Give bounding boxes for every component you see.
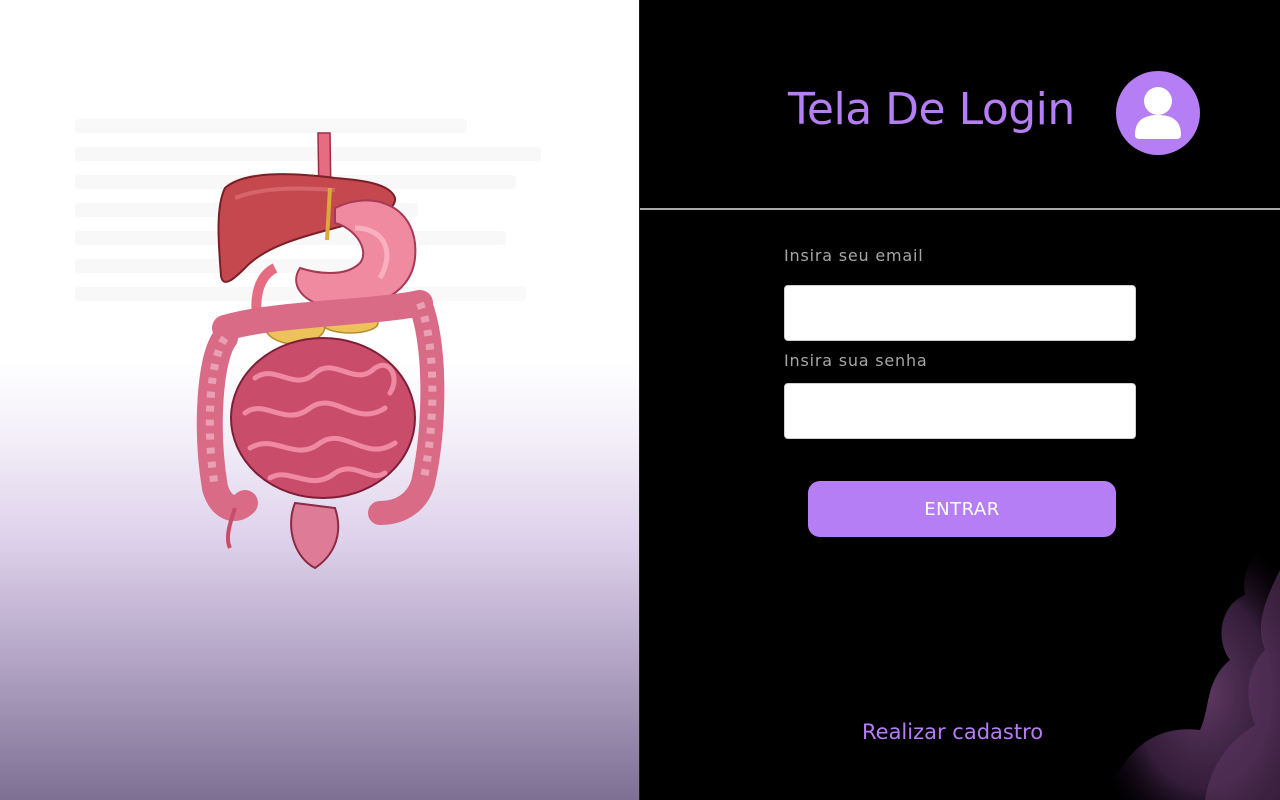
login-panel: Tela De Login Insira seu email Insira su… [640, 0, 1280, 800]
password-label: Insira sua senha [784, 351, 928, 370]
email-label: Insira seu email [784, 246, 924, 265]
login-header: Tela De Login [640, 0, 1280, 210]
login-button[interactable]: ENTRAR [808, 481, 1116, 537]
user-icon [1116, 71, 1200, 155]
digestive-system-illustration [196, 132, 445, 570]
register-link[interactable]: Realizar cadastro [862, 720, 1043, 744]
page-title: Tela De Login [788, 84, 1075, 135]
login-page: Tela De Login Insira seu email Insira su… [0, 0, 1280, 800]
decorative-smoke [1090, 530, 1280, 800]
email-input[interactable] [784, 285, 1136, 341]
illustration-panel [0, 0, 639, 800]
password-input[interactable] [784, 383, 1136, 439]
